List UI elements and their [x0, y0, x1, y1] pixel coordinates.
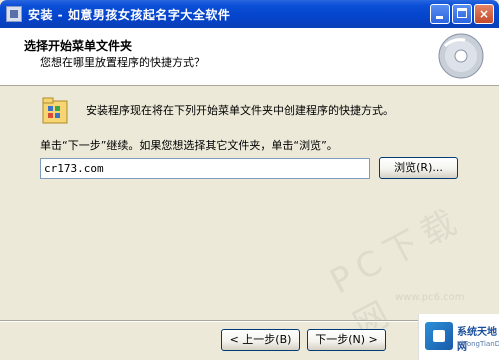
- page-subtitle: 您想在哪里放置程序的快捷方式？: [40, 56, 205, 69]
- app-icon: [6, 6, 22, 22]
- logo-mark-icon: [425, 322, 453, 350]
- start-menu-folder-icon: [42, 97, 68, 124]
- minimize-icon: [436, 16, 443, 19]
- maximize-button[interactable]: [452, 4, 472, 24]
- installer-window: 安装 - 如意男孩女孩起名字大全软件 × 选择开始菜单文件夹 您想在哪里放置程序…: [0, 0, 499, 360]
- watermark-url: www.pc6.com: [395, 292, 465, 303]
- close-icon: ×: [478, 7, 490, 21]
- folder-name-input[interactable]: cr173.com: [40, 158, 370, 179]
- info-message: 安装程序现在将在下列开始菜单文件夹中创建程序的快捷方式。: [86, 104, 394, 117]
- page-title: 选择开始菜单文件夹: [24, 39, 133, 53]
- window-title: 安装 - 如意男孩女孩起名字大全软件: [28, 8, 231, 22]
- minimize-button[interactable]: [430, 4, 450, 24]
- close-button[interactable]: ×: [474, 4, 494, 24]
- maximize-icon: [457, 8, 467, 18]
- instruction-message: 单击“下一步”继续。如果您想选择其它文件夹，单击“浏览”。: [40, 139, 338, 152]
- back-button[interactable]: < 上一步(B): [221, 329, 300, 351]
- disc-icon: [431, 28, 487, 84]
- logo-url: XiTongTianDi.net: [457, 340, 499, 348]
- title-bar[interactable]: 安装 - 如意男孩女孩起名字大全软件 ×: [0, 0, 499, 28]
- site-logo: 系统天地网 XiTongTianDi.net: [418, 314, 499, 360]
- wizard-header: 选择开始菜单文件夹 您想在哪里放置程序的快捷方式？: [0, 28, 499, 86]
- browse-button[interactable]: 浏览(R)...: [379, 157, 458, 179]
- next-button[interactable]: 下一步(N) >: [307, 329, 386, 351]
- logo-text: 系统天地网: [457, 327, 497, 353]
